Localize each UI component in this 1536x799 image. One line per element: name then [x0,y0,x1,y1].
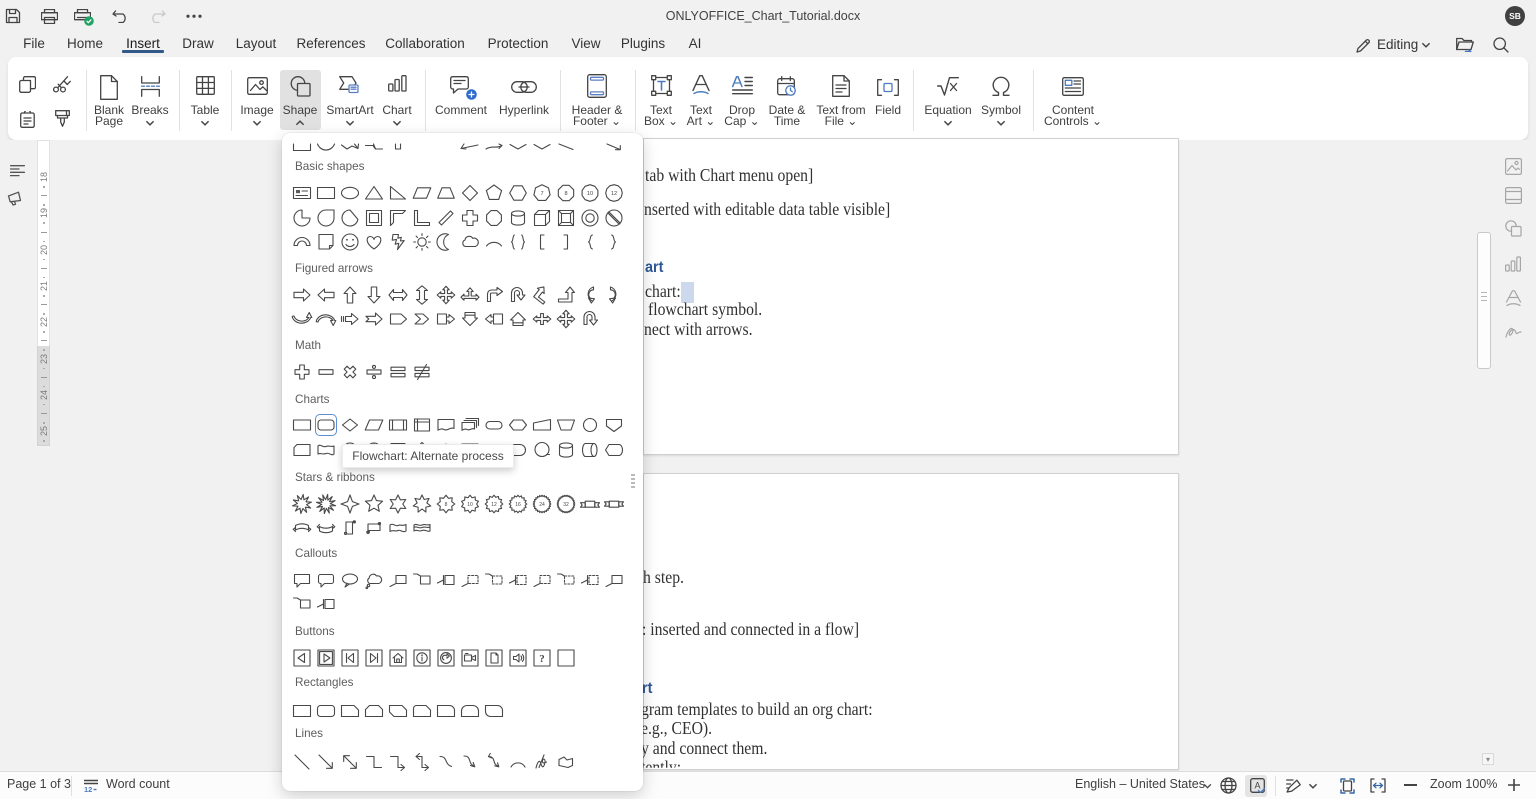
svg-text:12: 12 [84,785,92,793]
svg-text:32: 32 [563,502,569,508]
svg-text:16: 16 [515,502,521,508]
svg-text:?: ? [539,653,545,665]
svg-text:10: 10 [467,502,473,508]
svg-text:7: 7 [540,191,543,197]
svg-text:12: 12 [491,502,497,508]
svg-text:A: A [1254,781,1260,791]
svg-text:10: 10 [587,191,593,197]
svg-text:24: 24 [539,502,545,508]
svg-text:8: 8 [564,191,567,197]
svg-text:8: 8 [445,502,448,508]
svg-text:12: 12 [611,191,617,197]
